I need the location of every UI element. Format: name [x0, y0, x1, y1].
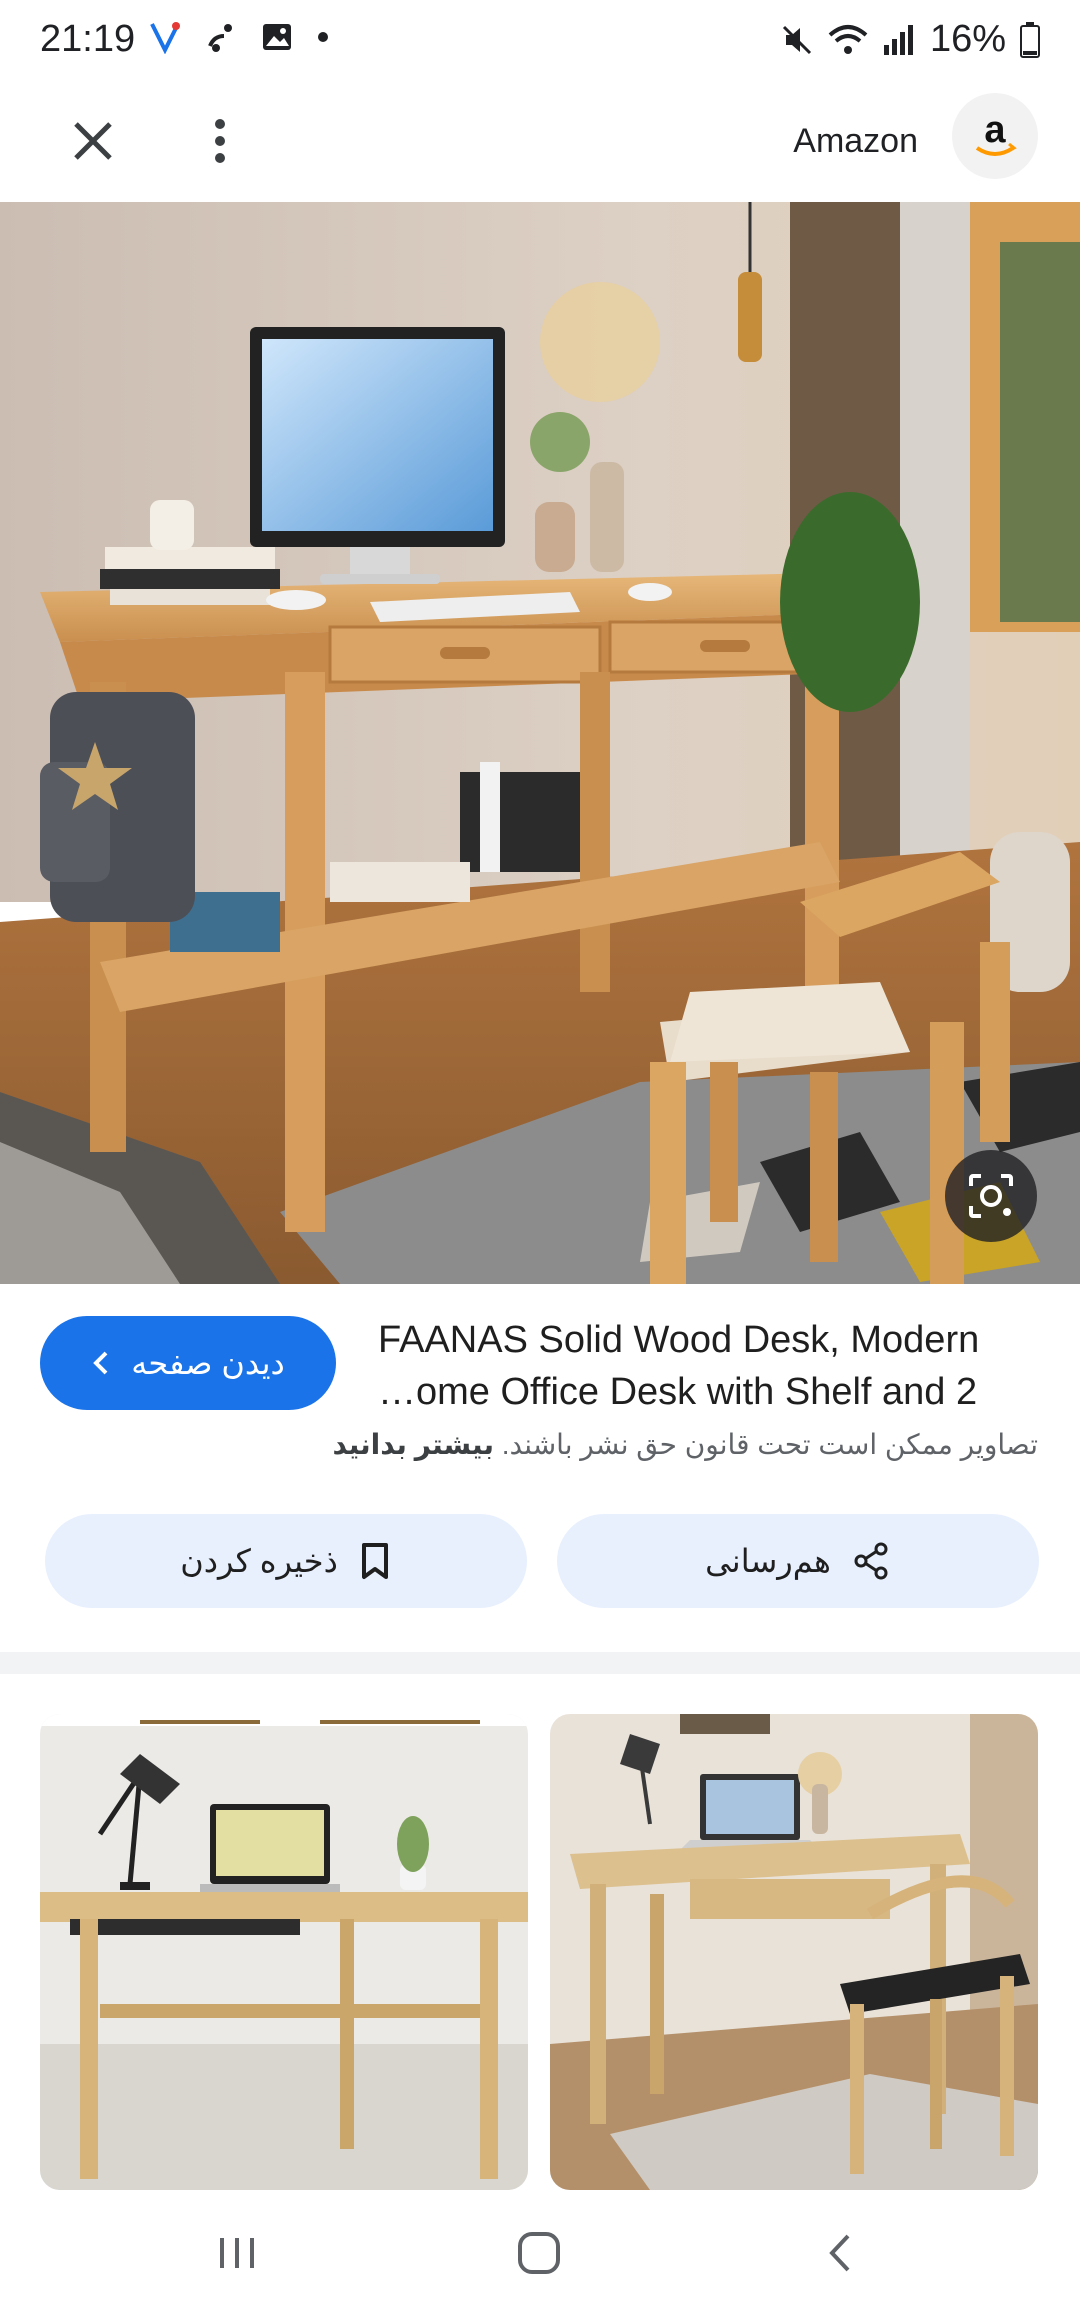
- result-title-line-2: …ome Office Desk with Shelf and 2: [378, 1371, 978, 1413]
- learn-more-link[interactable]: بیشتر بدانید: [333, 1429, 494, 1460]
- close-icon: [74, 122, 112, 160]
- main-image[interactable]: [0, 202, 1080, 1284]
- copyright-notice: تصاویر ممکن است تحت قانون حق نشر باشند. …: [38, 1428, 1038, 1461]
- home-button[interactable]: [506, 2220, 572, 2286]
- battery-percent: 16%: [929, 18, 1006, 60]
- amazon-logo: a: [975, 109, 1017, 156]
- back-button[interactable]: [808, 2220, 874, 2286]
- wifi-icon: [828, 24, 868, 54]
- related-desk-photo-2: [550, 1714, 1038, 2190]
- signal-icon: [883, 24, 913, 55]
- share-label: هم‌رسانی: [705, 1543, 831, 1579]
- chevron-left-icon: [93, 1351, 108, 1375]
- more-vert-icon: [215, 119, 225, 163]
- mute-icon: [782, 25, 811, 54]
- related-desk-photo-1: [40, 1714, 528, 2190]
- missed-call-icon: [208, 24, 232, 52]
- source-logo[interactable]: a: [952, 93, 1038, 179]
- back-icon: [829, 2234, 850, 2272]
- svg-text:a: a: [984, 109, 1006, 151]
- recents-button[interactable]: [204, 2220, 270, 2286]
- save-label: ذخیره کردن: [180, 1543, 338, 1579]
- dot-icon: [318, 32, 328, 42]
- section-divider: [0, 1652, 1080, 1674]
- home-icon: [518, 2232, 560, 2274]
- vpn-icon: [150, 22, 180, 54]
- desk-photo: [0, 202, 1080, 1284]
- related-image-2[interactable]: [550, 1714, 1038, 2190]
- related-image-1[interactable]: [40, 1714, 528, 2190]
- source-name[interactable]: Amazon: [793, 110, 918, 172]
- result-title-line-1: FAANAS Solid Wood Desk, Modern: [378, 1319, 980, 1361]
- system-nav-bar: [0, 2190, 1080, 2316]
- top-app-bar: Amazon a: [0, 80, 1080, 202]
- share-icon: [854, 1542, 888, 1580]
- copyright-text: تصاویر ممکن است تحت قانون حق نشر باشند.: [501, 1429, 1038, 1460]
- visit-page-label: دیدن صفحه: [131, 1345, 285, 1381]
- battery-icon: [1020, 21, 1040, 58]
- visit-page-button[interactable]: دیدن صفحه: [40, 1316, 336, 1410]
- lens-icon: [969, 1174, 1013, 1218]
- status-bar: 21:19 16%: [0, 0, 1080, 80]
- bookmark-icon: [361, 1543, 388, 1579]
- close-button[interactable]: [62, 110, 124, 172]
- lens-search-button[interactable]: [945, 1150, 1037, 1242]
- status-time: 21:19: [40, 18, 136, 60]
- result-title[interactable]: FAANAS Solid Wood Desk, Modern …ome Offi…: [378, 1314, 1038, 1418]
- recents-icon: [220, 2238, 254, 2268]
- save-button[interactable]: ذخیره کردن: [45, 1514, 527, 1608]
- gallery-icon: [263, 24, 291, 50]
- share-button[interactable]: هم‌رسانی: [557, 1514, 1039, 1608]
- more-options-button[interactable]: [200, 110, 240, 172]
